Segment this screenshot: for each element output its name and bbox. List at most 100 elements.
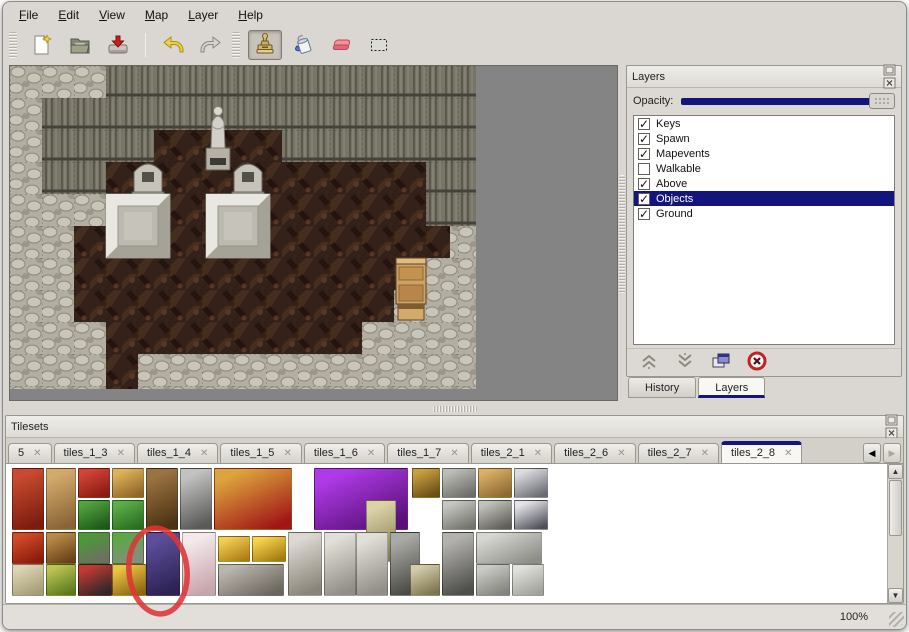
layer-row-objects[interactable]: ✓Objects (634, 191, 894, 206)
tile-banner-emblem[interactable] (12, 532, 44, 564)
menu-view[interactable]: View (93, 5, 131, 25)
tile-obelisk-small[interactable] (410, 564, 440, 596)
tab-close-icon[interactable]: ✕ (784, 448, 792, 459)
tile-banner-green[interactable] (46, 564, 76, 596)
tab-close-icon[interactable]: ✕ (367, 448, 375, 459)
raise-layer-button[interactable] (637, 352, 661, 374)
tile-armor-pile[interactable] (478, 500, 512, 530)
tile-cushion-red[interactable] (78, 468, 110, 498)
menu-help[interactable]: Help (232, 5, 269, 25)
tileset-tab-tiles_1_5[interactable]: tiles_1_5✕ (220, 443, 301, 463)
horizontal-splitter[interactable] (3, 403, 906, 415)
tile-cross-gold[interactable] (112, 564, 146, 596)
tile-rock-mound[interactable] (218, 564, 284, 596)
tile-scepter-gold[interactable] (218, 536, 250, 562)
select-tool-button[interactable] (362, 30, 396, 60)
layer-row-above[interactable]: ✓Above (634, 176, 894, 191)
tile-crate-wood[interactable] (478, 468, 512, 498)
dock-tab-layers[interactable]: Layers (698, 377, 765, 398)
duplicate-layer-button[interactable] (709, 352, 733, 374)
layer-row-mapevents[interactable]: ✓Mapevents (634, 146, 894, 161)
splitter-grip[interactable] (433, 406, 477, 412)
tile-bench-stone-2[interactable] (442, 500, 476, 530)
toolbar-drag-handle[interactable] (232, 32, 240, 58)
tile-door-wood[interactable] (146, 468, 178, 530)
tileset-tab-tiles_2_1[interactable]: tiles_2_1✕ (471, 443, 552, 463)
tab-close-icon[interactable]: ✕ (617, 448, 625, 459)
menu-file[interactable]: File (13, 5, 44, 25)
layer-row-spawn[interactable]: ✓Spawn (634, 131, 894, 146)
undo-button[interactable] (156, 30, 190, 60)
scrollbar-thumb[interactable] (889, 480, 902, 536)
tab-close-icon[interactable]: ✕ (450, 448, 458, 459)
vertical-splitter[interactable] (618, 65, 626, 403)
lower-layer-button[interactable] (673, 352, 697, 374)
menu-edit[interactable]: Edit (52, 5, 85, 25)
layer-checkbox[interactable]: ✓ (638, 133, 650, 145)
layer-row-ground[interactable]: ✓Ground (634, 206, 894, 221)
new-button[interactable] (25, 30, 59, 60)
scroll-tabs-left-button[interactable]: ◀ (863, 443, 881, 463)
scroll-down-button[interactable]: ▼ (888, 588, 903, 603)
tile-statue-hooded[interactable] (288, 532, 322, 596)
layer-row-keys[interactable]: ✓Keys (634, 116, 894, 131)
tile-gold-pile[interactable] (252, 536, 286, 562)
tileset-tab-tiles_1_3[interactable]: tiles_1_3✕ (54, 443, 135, 463)
layer-checkbox[interactable]: ✓ (638, 208, 650, 220)
tileset-tab-tiles_1_7[interactable]: tiles_1_7✕ (387, 443, 468, 463)
tile-banner-red[interactable] (12, 468, 44, 530)
tile-throne-red[interactable] (214, 468, 292, 530)
menu-map[interactable]: Map (139, 5, 174, 25)
map-canvas[interactable] (9, 65, 618, 401)
tab-close-icon[interactable]: ✕ (33, 448, 41, 459)
layer-checkbox[interactable] (638, 163, 650, 175)
layer-checkbox[interactable]: ✓ (638, 118, 650, 130)
tile-leaf-plant[interactable] (112, 500, 144, 530)
tab-close-icon[interactable]: ✕ (200, 448, 208, 459)
tile-pillar-post[interactable] (442, 532, 474, 596)
tile-bed-white[interactable] (182, 532, 216, 596)
opacity-slider-handle[interactable] (869, 93, 895, 109)
open-button[interactable] (63, 30, 97, 60)
tileset-tab-5[interactable]: 5✕ (8, 443, 52, 463)
tileset-tab-tiles_1_6[interactable]: tiles_1_6✕ (304, 443, 385, 463)
tab-close-icon[interactable]: ✕ (117, 448, 125, 459)
layer-checkbox[interactable]: ✓ (638, 193, 650, 205)
tileset-tab-tiles_2_7[interactable]: tiles_2_7✕ (638, 443, 719, 463)
tile-bookshelf[interactable] (46, 532, 76, 564)
tileset-tab-tiles_2_8[interactable]: tiles_2_8✕ (721, 441, 802, 463)
opacity-slider[interactable] (681, 93, 895, 109)
tileset-tab-tiles_2_6[interactable]: tiles_2_6✕ (554, 443, 635, 463)
tile-stone-slab-wide[interactable] (476, 532, 542, 564)
tile-slab-dark[interactable] (476, 564, 510, 596)
layer-row-walkable[interactable]: Walkable (634, 161, 894, 176)
toolbar-drag-handle[interactable] (9, 32, 17, 58)
resize-grip[interactable] (889, 612, 904, 627)
scroll-up-button[interactable]: ▲ (888, 464, 903, 479)
tab-close-icon[interactable]: ✕ (283, 448, 291, 459)
tile-armor-suit[interactable] (514, 500, 548, 530)
tileset-tab-tiles_1_4[interactable]: tiles_1_4✕ (137, 443, 218, 463)
tile-angel-statue-2[interactable] (356, 532, 388, 596)
stamp-tool-button[interactable] (248, 30, 282, 60)
float-panel-button[interactable] (884, 414, 898, 427)
delete-layer-button[interactable] (745, 352, 769, 374)
tileset-scrollbar[interactable]: ▲ ▼ (887, 464, 903, 603)
tile-palm-plant[interactable] (78, 500, 110, 530)
tile-portrait-king[interactable] (412, 468, 440, 498)
layer-checkbox[interactable]: ✓ (638, 148, 650, 160)
tab-close-icon[interactable]: ✕ (534, 448, 542, 459)
tileset-content[interactable]: ▲ ▼ (6, 463, 903, 603)
tab-close-icon[interactable]: ✕ (701, 448, 709, 459)
opacity-slider-track[interactable] (681, 98, 893, 105)
float-panel-button[interactable] (882, 64, 896, 77)
tile-potted-palm[interactable] (78, 532, 110, 564)
tile-door-purple[interactable] (146, 532, 180, 596)
menu-layer[interactable]: Layer (182, 5, 224, 25)
save-button[interactable] (101, 30, 135, 60)
tile-pot-plant[interactable] (112, 532, 144, 564)
splitter-grip[interactable] (619, 175, 625, 293)
scroll-tabs-right-button[interactable]: ▶ (883, 443, 901, 463)
eraser-tool-button[interactable] (324, 30, 358, 60)
fill-tool-button[interactable] (286, 30, 320, 60)
